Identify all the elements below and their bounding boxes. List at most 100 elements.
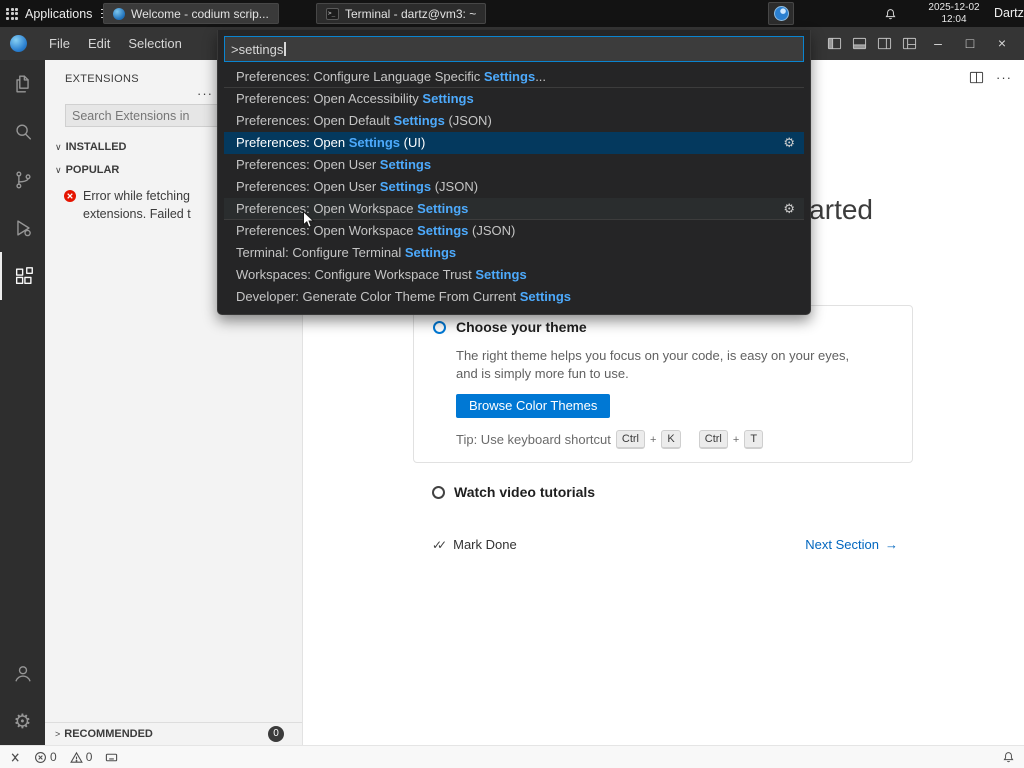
error-count: 0 [50,750,57,764]
watch-video-item[interactable]: Watch video tutorials [432,484,595,500]
desktop: Applications Welcome - codium scrip... >… [0,0,1024,768]
activity-run-debug[interactable] [0,204,45,252]
extensions-error-text: Error while fetching extensions. Failed … [83,189,191,221]
menu-file[interactable]: File [40,27,79,60]
status-misc-icon[interactable] [105,751,118,764]
activity-extensions[interactable] [0,252,45,300]
chevron-down-icon: ∨ [55,164,62,175]
bell-icon[interactable] [884,7,897,22]
recommended-count-badge: 0 [268,726,284,742]
vscodium-logo-icon [10,35,27,52]
maximize-button[interactable]: □ [954,27,986,60]
customize-layout-icon[interactable] [902,36,917,51]
tray-icon[interactable] [768,2,794,25]
item-match: Settings [379,179,432,194]
applications-grid-icon[interactable] [6,7,18,20]
configure-gear-icon[interactable]: ⚙ [783,198,795,219]
taskbar-window-welcome[interactable]: Welcome - codium scrip... [103,3,279,24]
activity-bar-bottom: ⚙ [0,649,45,745]
run-debug-icon [16,220,31,237]
user-menu[interactable]: Dartz [994,0,1024,27]
command-item[interactable]: Preferences: Open User Settings (JSON) [224,176,804,198]
kbd-ctrl: Ctrl [615,430,645,449]
section-installed-label: INSTALLED [65,141,127,153]
item-text: ... [535,69,547,84]
clock[interactable]: 2025-12-02 12:04 [920,2,988,25]
sidebar-more-actions-icon[interactable]: ··· [197,86,213,101]
tray-app-icon [773,6,789,21]
section-recommended[interactable]: > RECOMMENDED 0 [45,722,302,745]
plus-sign: + [649,433,657,446]
activity-bar: ⚙ [0,60,45,745]
theme-card-title[interactable]: Choose your theme [456,319,587,335]
problems-errors[interactable]: 0 [34,750,57,764]
search-icon [15,124,31,140]
command-item[interactable]: Workspaces: Configure Workspace Trust Se… [224,264,804,286]
window-button-label: Welcome - codium scrip... [131,6,269,21]
clock-time: 12:04 [941,13,967,25]
problems-warnings[interactable]: 0 [69,750,92,764]
command-item[interactable]: Terminal: Configure Terminal Settings [224,242,804,264]
video-label: Watch video tutorials [454,484,596,500]
sidebar-title: EXTENSIONS [65,73,139,85]
item-match: Settings [348,135,401,150]
remote-indicator-icon[interactable] [8,751,21,764]
section-installed[interactable]: ∨ INSTALLED [55,141,127,153]
item-text: Preferences: Configure Language Specific [236,69,484,84]
activity-explorer[interactable] [0,60,45,108]
taskbar-window-terminal[interactable]: >_ Terminal - dartz@vm3: ~ [316,3,487,24]
gear-icon: ⚙ [13,709,32,733]
command-input[interactable]: >settings [224,36,804,62]
applications-menu[interactable]: Applications [25,7,92,21]
command-item[interactable]: Preferences: Open User Settings [224,154,804,176]
window-button-label: Terminal - dartz@vm3: ~ [345,6,477,21]
section-popular[interactable]: ∨ POPULAR [55,164,119,176]
item-text: (JSON) [444,113,492,128]
command-item[interactable]: Preferences: Open Default Settings (JSON… [224,110,804,132]
activity-settings[interactable]: ⚙ [0,697,45,745]
command-list: Preferences: Configure Language Specific… [224,66,804,308]
theme-radio[interactable] [433,321,446,334]
command-item[interactable]: Developer: Generate Color Theme From Cur… [224,286,804,308]
toggle-sidebar-icon[interactable] [827,36,842,51]
item-text: (JSON) [431,179,479,194]
video-radio[interactable] [432,485,445,499]
warning-triangle-icon [69,751,83,763]
notifications-bell-icon[interactable] [1002,750,1015,765]
item-text: (JSON) [468,223,516,238]
editor-more-actions-icon[interactable]: ··· [996,70,1012,85]
extensions-icon [15,267,33,285]
section-popular-label: POPULAR [65,164,120,176]
next-section-label: Next Section [805,537,879,552]
next-section-button[interactable]: Next Section → [805,537,898,552]
configure-gear-icon[interactable]: ⚙ [783,132,795,154]
item-match: Settings [422,91,474,106]
clock-date: 2025-12-02 [928,2,980,13]
system-taskbar: Applications Welcome - codium scrip... >… [0,0,1024,27]
split-editor-icon[interactable] [969,70,984,85]
activity-accounts[interactable] [0,649,45,697]
command-input-value: >settings [231,41,284,57]
item-match: Settings [475,267,527,282]
terminal-icon: >_ [326,7,339,20]
menu-selection[interactable]: Selection [119,27,190,60]
minimize-button[interactable]: – [922,27,954,60]
mark-done-button[interactable]: ✓✓ Mark Done [432,537,517,552]
command-item-selected[interactable]: Preferences: Open Settings (UI) ⚙ [224,132,804,154]
command-item[interactable]: Preferences: Configure Language Specific… [224,66,804,88]
source-control-icon [15,171,31,189]
browse-color-themes-button[interactable]: Browse Color Themes [456,394,611,418]
toggle-secondary-sidebar-icon[interactable] [877,36,892,51]
close-button[interactable]: × [986,27,1018,60]
error-icon [64,190,76,202]
item-match: Settings [404,245,457,260]
arrow-right-icon: → [885,537,898,552]
activity-search[interactable] [0,108,45,156]
item-text: Preferences: Open Workspace [236,201,418,216]
command-item[interactable]: Preferences: Open Accessibility Settings [224,88,804,110]
theme-card-description: The right theme helps you focus on your … [456,348,850,381]
toggle-panel-icon[interactable] [852,36,867,51]
menu-edit[interactable]: Edit [79,27,119,60]
editor-actions: ··· [969,70,1012,85]
activity-source-control[interactable] [0,156,45,204]
